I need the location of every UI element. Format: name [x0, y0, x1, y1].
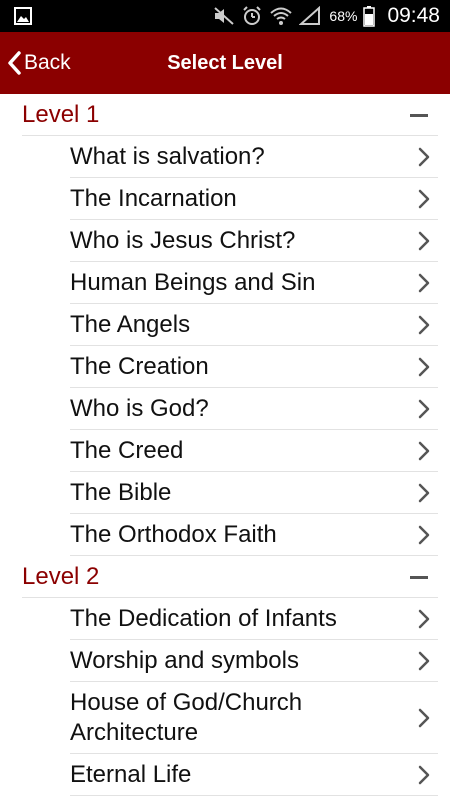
chevron-right-icon	[418, 441, 430, 460]
list-item-label: The Bible	[70, 478, 172, 506]
list-item[interactable]: The Bible	[70, 472, 438, 514]
back-button[interactable]: Back	[6, 32, 71, 94]
app-bar: Back Select Level	[0, 32, 450, 94]
chevron-right-icon	[418, 399, 430, 418]
chevron-right-icon	[418, 357, 430, 376]
list-item[interactable]: Who is Jesus Christ?	[70, 220, 438, 262]
status-bar: 68% 09:48	[0, 0, 450, 32]
list-item[interactable]: The Creation	[70, 346, 438, 388]
chevron-right-icon	[418, 525, 430, 544]
list-item-label: Who is God?	[70, 394, 209, 422]
gallery-notification-icon	[14, 7, 32, 25]
list-item-label: The Creed	[70, 436, 184, 464]
list-item-label: The Orthodox Faith	[70, 520, 277, 548]
back-label: Back	[24, 51, 71, 74]
clock: 09:48	[387, 4, 440, 27]
chevron-right-icon	[418, 189, 430, 208]
battery-percent: 68%	[329, 8, 358, 24]
list-item[interactable]: The Creed	[70, 430, 438, 472]
list-item-label: The Creation	[70, 352, 209, 380]
list-item[interactable]: House of God/Church Architecture	[70, 682, 438, 754]
chevron-right-icon	[418, 609, 430, 628]
section-header-level-1[interactable]: Level 1	[22, 94, 438, 136]
chevron-right-icon	[418, 483, 430, 502]
signal-icon	[299, 6, 321, 26]
chevron-left-icon	[6, 50, 24, 76]
chevron-right-icon	[418, 651, 430, 670]
collapse-icon[interactable]	[410, 114, 428, 117]
section-title: Level 1	[22, 100, 100, 128]
list-item-label: Eternal Life	[70, 760, 192, 788]
list-item-label: House of God/Church Architecture	[70, 688, 303, 746]
chevron-right-icon	[418, 708, 430, 727]
level-list: Level 1 What is salvation? The Incarnati…	[0, 94, 450, 796]
list-item[interactable]: The Orthodox Faith	[70, 514, 438, 556]
wifi-icon	[269, 6, 293, 26]
alarm-icon	[241, 5, 263, 27]
list-item[interactable]: Worship and symbols	[70, 640, 438, 682]
list-item[interactable]: The Dedication of Infants	[70, 598, 438, 640]
battery-icon	[363, 5, 376, 27]
section-header-level-2[interactable]: Level 2	[22, 556, 438, 598]
list-item-label: Human Beings and Sin	[70, 268, 316, 296]
list-item-label: The Dedication of Infants	[70, 604, 337, 632]
chevron-right-icon	[418, 147, 430, 166]
list-item-label: What is salvation?	[70, 142, 265, 170]
section-title: Level 2	[22, 562, 100, 590]
chevron-right-icon	[418, 315, 430, 334]
list-item-label: Worship and symbols	[70, 646, 299, 674]
collapse-icon[interactable]	[410, 576, 428, 579]
list-item[interactable]: The Angels	[70, 304, 438, 346]
chevron-right-icon	[418, 231, 430, 250]
chevron-right-icon	[418, 273, 430, 292]
mute-icon	[213, 6, 235, 26]
chevron-right-icon	[418, 765, 430, 784]
list-item[interactable]: Eternal Life	[70, 754, 438, 796]
list-item-label: The Incarnation	[70, 184, 237, 212]
list-item[interactable]: What is salvation?	[70, 136, 438, 178]
list-item-label: The Angels	[70, 310, 191, 338]
list-item[interactable]: The Incarnation	[70, 178, 438, 220]
list-item[interactable]: Who is God?	[70, 388, 438, 430]
list-item[interactable]: Human Beings and Sin	[70, 262, 438, 304]
list-item-label: Who is Jesus Christ?	[70, 226, 296, 254]
